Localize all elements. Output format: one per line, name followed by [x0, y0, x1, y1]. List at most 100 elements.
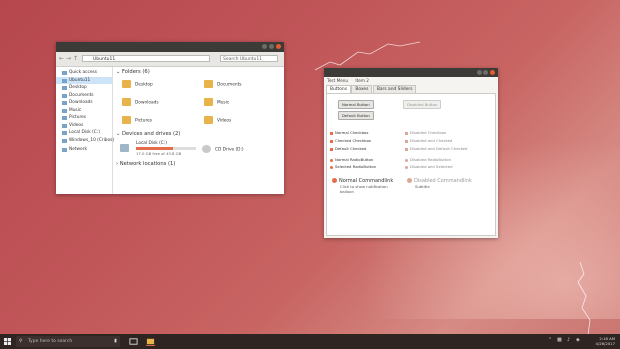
checkbox-checked-icon [330, 147, 333, 151]
sidebar-item-documents[interactable]: Documents [56, 92, 112, 100]
arrow-right-icon [332, 178, 337, 183]
folder-pictures[interactable]: Pictures [122, 116, 152, 124]
disabled-commandlink: Disabled Commandlink Subtitle [407, 178, 475, 189]
computer-icon [62, 78, 67, 83]
navigation-pane: Quick access Ubuntu11 Desktop Documents … [56, 67, 114, 194]
drive-c-usage-bar [136, 147, 196, 150]
tray-chevron-icon[interactable]: ⌃ [548, 337, 552, 343]
theme-test-window: Test Menu Item 2 Buttons Boxes Bars and … [324, 68, 498, 238]
address-bar[interactable]: Ubuntu11 [82, 55, 210, 62]
back-icon[interactable]: ← [59, 55, 64, 62]
downloads-icon [62, 101, 67, 105]
documents-icon [62, 93, 67, 98]
checked-checkbox[interactable]: Checked Checkbox [330, 138, 371, 143]
folder-videos[interactable]: Videos [204, 116, 231, 124]
network-header[interactable]: › Network locations (1) [116, 161, 175, 167]
minimize-button[interactable] [477, 70, 482, 75]
drive-d[interactable]: CD Drive (D:) [202, 145, 244, 153]
disabled-radio: Disabled RadioButton [405, 157, 451, 162]
sidebar-item-quick-access[interactable]: Quick access [56, 69, 112, 77]
forward-icon[interactable]: → [66, 55, 71, 62]
checkbox-checked-icon [405, 139, 408, 143]
normal-radio[interactable]: Normal RadioButton [330, 157, 373, 162]
volume-tray-icon[interactable]: ♪ [567, 337, 570, 343]
radio-icon [405, 158, 408, 162]
commandlink-subtitle: Subtitle [415, 184, 430, 189]
sidebar-item-music[interactable]: Music [56, 107, 112, 115]
checkbox-checked-icon [405, 147, 408, 151]
sidebar-item-network[interactable]: Network [56, 146, 112, 154]
close-button[interactable] [276, 44, 281, 49]
checkbox-icon [330, 131, 333, 135]
menu-item-test[interactable]: Test Menu [327, 78, 348, 83]
normal-button[interactable]: Normal Button [338, 100, 374, 109]
disabled-checkbox: Disabled Checkbox [405, 130, 446, 135]
file-explorer-taskbar-icon[interactable] [146, 337, 155, 346]
folder-icon [204, 80, 213, 88]
explorer-titlebar[interactable] [56, 42, 284, 52]
microphone-icon[interactable] [111, 337, 120, 346]
folders-header[interactable]: ⌄ Folders (6) [116, 69, 150, 75]
clock[interactable]: 2:18 AM 4/26/2017 [596, 336, 615, 346]
close-button[interactable] [490, 70, 495, 75]
checkbox-icon [405, 131, 408, 135]
folder-desktop[interactable]: Desktop [122, 80, 153, 88]
folder-icon [122, 80, 131, 88]
sidebar-item-windows10[interactable]: Windows_10 (Cribos) [56, 137, 114, 145]
videos-icon [62, 123, 67, 128]
content-pane: ⌄ Folders (6) Desktop Documents Download… [116, 67, 284, 194]
maximize-button[interactable] [269, 44, 274, 49]
taskbar-search-input[interactable]: ⚲ Type here to search [16, 336, 120, 347]
disabled-button: Disabled Button [403, 100, 442, 109]
theme-titlebar[interactable] [324, 68, 498, 77]
drive-icon [62, 138, 67, 143]
disabled-checked-checkbox: Disabled and Checked [405, 138, 452, 143]
drive-c[interactable]: Local Disk (C:) 17.0 GB free of 43.8 GB [120, 141, 204, 157]
clock-date: 4/26/2017 [595, 341, 615, 346]
selected-radio[interactable]: Selected RadioButton [330, 164, 376, 169]
sidebar-item-pictures[interactable]: Pictures [56, 114, 112, 122]
folder-music[interactable]: Music [204, 98, 229, 106]
default-checked-checkbox[interactable]: Default Checked [330, 146, 366, 151]
music-icon [62, 108, 67, 113]
file-explorer-window: ← → ↑ Ubuntu11 Search Ubuntu11 Quick acc… [56, 42, 284, 194]
menu-bar: Test Menu Item 2 [324, 77, 498, 84]
default-button[interactable]: Default Button [338, 111, 374, 120]
sidebar-item-desktop[interactable]: Desktop [56, 84, 112, 92]
folder-documents[interactable]: Documents [204, 80, 242, 88]
search-icon: ⚲ [19, 339, 23, 344]
sidebar-item-local-disk[interactable]: Local Disk (C:) [56, 129, 112, 137]
task-view-icon[interactable] [129, 337, 138, 346]
folder-icon [204, 98, 213, 106]
search-input[interactable]: Search Ubuntu11 [220, 55, 278, 62]
maximize-button[interactable] [483, 70, 488, 75]
menu-item-2[interactable]: Item 2 [355, 78, 369, 83]
folder-icon [122, 98, 131, 106]
radio-selected-icon [330, 165, 333, 169]
normal-commandlink[interactable]: Normal Commandlink Click to show notific… [332, 178, 400, 194]
radio-selected-icon [405, 165, 408, 169]
explorer-toolbar: ← → ↑ Ubuntu11 Search Ubuntu11 [56, 52, 284, 67]
minimize-button[interactable] [262, 44, 267, 49]
arrow-right-icon [407, 178, 412, 183]
disabled-default-checked-checkbox: Disabled and Default Checked [405, 146, 467, 151]
sidebar-item-downloads[interactable]: Downloads [56, 99, 112, 107]
folder-icon [204, 116, 213, 124]
sidebar-item-videos[interactable]: Videos [56, 122, 112, 130]
folder-icon [122, 116, 131, 124]
normal-checkbox[interactable]: Normal Checkbox [330, 130, 369, 135]
network-icon [62, 148, 67, 152]
pictures-icon [62, 116, 67, 120]
language-tray-icon[interactable]: ◈ [576, 337, 580, 343]
network-tray-icon[interactable]: ▩ [557, 337, 562, 343]
folder-downloads[interactable]: Downloads [122, 98, 159, 106]
tab-content: Normal Button Default Button Disabled Bu… [326, 93, 496, 236]
sidebar-item-ubuntu11[interactable]: Ubuntu11 [56, 76, 112, 84]
up-icon[interactable]: ↑ [73, 55, 78, 62]
windows-start-icon[interactable] [4, 338, 11, 345]
checkbox-checked-icon [330, 139, 333, 143]
radio-icon [330, 158, 333, 162]
devices-header[interactable]: ⌄ Devices and drives (2) [116, 131, 180, 137]
taskbar: ⚲ Type here to search ⌃ ▩ ♪ ◈ 2:18 AM 4/… [0, 334, 620, 349]
lightning-bolt-right [577, 261, 591, 336]
